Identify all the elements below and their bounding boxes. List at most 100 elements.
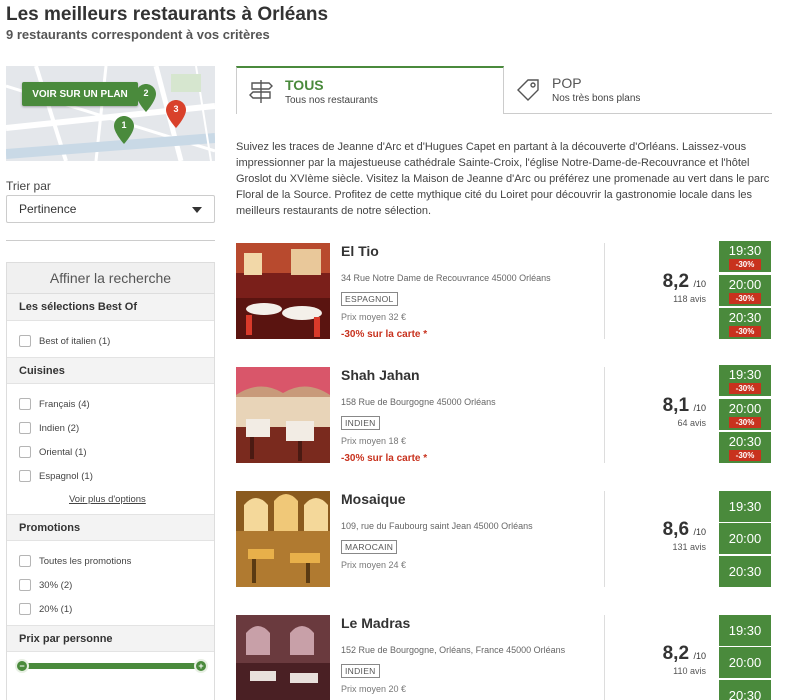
restaurant-photo[interactable] xyxy=(236,615,330,700)
cuisine-badge: INDIEN xyxy=(341,416,380,430)
card-divider xyxy=(604,491,605,587)
rating-scale: /10 xyxy=(693,279,706,289)
price-slider-min-handle[interactable]: − xyxy=(15,659,29,673)
average-price: Prix moyen 32 € xyxy=(341,312,407,322)
filter-option[interactable]: 20% (1) xyxy=(19,597,214,621)
filter-section-promotions: Promotions xyxy=(7,514,214,541)
filters-panel: Affiner la recherche Les sélections Best… xyxy=(6,262,215,700)
view-on-map-button[interactable]: VOIR SUR UN PLAN xyxy=(22,82,138,106)
discount-badge: -30% xyxy=(729,259,761,270)
price-tag-icon xyxy=(504,76,552,104)
time-slot-button[interactable]: 20:00 -30% xyxy=(719,275,771,306)
restaurant-photo[interactable] xyxy=(236,491,330,587)
rating: 8,6 /10 131 avis xyxy=(626,519,706,552)
checkbox[interactable] xyxy=(19,555,31,567)
checkbox[interactable] xyxy=(19,335,31,347)
tab-pop[interactable]: POP Nos très bons plans xyxy=(504,66,772,114)
restaurant-address: 152 Rue de Bourgogne, Orléans, France 45… xyxy=(341,645,566,655)
card-divider xyxy=(604,615,605,700)
review-count: 118 avis xyxy=(673,294,706,304)
filter-option[interactable]: Best of italien (1) xyxy=(19,329,214,353)
restaurant-card[interactable]: Mosaique 109, rue du Faubourg saint Jean… xyxy=(236,491,772,591)
time-slot-button[interactable]: 19:30 xyxy=(719,615,771,646)
time-slot-button[interactable]: 20:30 -30% xyxy=(719,432,771,463)
filter-option[interactable]: Oriental (1) xyxy=(19,440,214,464)
review-count: 131 avis xyxy=(672,542,706,552)
rating: 8,2 /10 110 avis xyxy=(626,643,706,676)
results-count: 9 restaurants correspondent à vos critèr… xyxy=(6,27,270,42)
restaurant-photo[interactable] xyxy=(236,243,330,339)
city-intro-text: Suivez les traces de Jeanne d'Arc et d'H… xyxy=(236,141,770,217)
rating: 8,2 /10 118 avis xyxy=(626,271,706,304)
restaurant-photo[interactable] xyxy=(236,367,330,463)
sort-select[interactable]: Pertinence xyxy=(6,195,215,223)
rating-score: 8,2 xyxy=(662,271,690,292)
map-pin-3[interactable]: 3 xyxy=(166,100,186,128)
time-slot-button[interactable]: 20:00 -30% xyxy=(719,399,771,430)
time-slot-button[interactable]: 20:00 xyxy=(719,523,771,554)
rating-score: 8,1 xyxy=(662,395,690,416)
filter-option[interactable]: 30% (2) xyxy=(19,573,214,597)
restaurant-name[interactable]: Mosaique xyxy=(341,491,406,507)
time-slot-button[interactable]: 19:30 -30% xyxy=(719,241,771,272)
time-slot-button[interactable]: 19:30 -30% xyxy=(719,365,771,396)
rating-score: 8,2 xyxy=(662,643,690,664)
cuisine-badge: ESPAGNOL xyxy=(341,292,398,306)
restaurant-card[interactable]: Le Madras 152 Rue de Bourgogne, Orléans,… xyxy=(236,615,772,700)
price-slider-max-handle[interactable]: + xyxy=(194,659,208,673)
tab-pop-subtitle: Nos très bons plans xyxy=(552,93,641,104)
signpost-icon xyxy=(237,77,285,105)
checkbox[interactable] xyxy=(19,422,31,434)
price-slider[interactable]: − + xyxy=(7,652,214,682)
tab-tous-title: TOUS xyxy=(285,76,324,93)
filter-option[interactable]: Français (4) xyxy=(19,392,214,416)
restaurant-name[interactable]: Le Madras xyxy=(341,615,410,631)
time-slot-button[interactable]: 19:30 xyxy=(719,491,771,522)
filter-section-cuisines: Cuisines xyxy=(7,357,214,384)
rating-scale: /10 xyxy=(693,527,706,537)
map-pin-1[interactable]: 1 xyxy=(114,116,134,144)
promo-text: -30% sur la carte * xyxy=(341,453,428,464)
average-price: Prix moyen 18 € xyxy=(341,436,407,446)
sort-label: Trier par xyxy=(6,179,51,193)
time-slot-button[interactable]: 20:30 xyxy=(719,680,771,700)
tab-active-gap xyxy=(237,112,503,114)
see-more-options-link[interactable]: Voir plus d'options xyxy=(19,488,214,510)
discount-badge: -30% xyxy=(729,417,761,428)
checkbox[interactable] xyxy=(19,398,31,410)
filter-option[interactable]: Indien (2) xyxy=(19,416,214,440)
tab-tous-subtitle: Tous nos restaurants xyxy=(285,94,378,106)
checkbox[interactable] xyxy=(19,470,31,482)
restaurant-card[interactable]: El Tio 34 Rue Notre Dame de Recouvrance … xyxy=(236,241,772,343)
cuisine-badge: INDIEN xyxy=(341,664,380,678)
checkbox[interactable] xyxy=(19,579,31,591)
filter-section-best-of: Les sélections Best Of xyxy=(7,294,214,321)
checkbox[interactable] xyxy=(19,446,31,458)
time-slot-button[interactable]: 20:30 xyxy=(719,556,771,587)
discount-badge: -30% xyxy=(729,383,761,394)
time-slot-button[interactable]: 20:00 xyxy=(719,647,771,678)
tab-tous[interactable]: TOUS Tous nos restaurants xyxy=(236,66,504,114)
card-divider xyxy=(604,367,605,463)
sort-value: Pertinence xyxy=(19,202,77,216)
filters-title: Affiner la recherche xyxy=(7,263,214,294)
rating-scale: /10 xyxy=(693,651,706,661)
restaurant-name[interactable]: Shah Jahan xyxy=(341,367,420,383)
filter-section-price: Prix par personne xyxy=(7,625,214,652)
card-divider xyxy=(604,243,605,339)
price-slider-track xyxy=(21,663,199,669)
filter-option[interactable]: Toutes les promotions xyxy=(19,549,214,573)
restaurant-card[interactable]: Shah Jahan 158 Rue de Bourgogne 45000 Or… xyxy=(236,365,772,467)
filter-option[interactable]: Espagnol (1) xyxy=(19,464,214,488)
discount-badge: -30% xyxy=(729,450,761,461)
rating-scale: /10 xyxy=(693,403,706,413)
map-pin-2[interactable]: 2 xyxy=(136,84,156,112)
tab-pop-title: POP xyxy=(552,75,582,91)
restaurant-address: 158 Rue de Bourgogne 45000 Orléans xyxy=(341,397,496,407)
average-price: Prix moyen 24 € xyxy=(341,560,407,570)
checkbox[interactable] xyxy=(19,603,31,615)
rating-score: 8,6 xyxy=(662,519,690,540)
time-slot-button[interactable]: 20:30 -30% xyxy=(719,308,771,339)
restaurant-name[interactable]: El Tio xyxy=(341,243,379,259)
map-preview[interactable]: VOIR SUR UN PLAN 2 3 1 xyxy=(6,66,215,161)
